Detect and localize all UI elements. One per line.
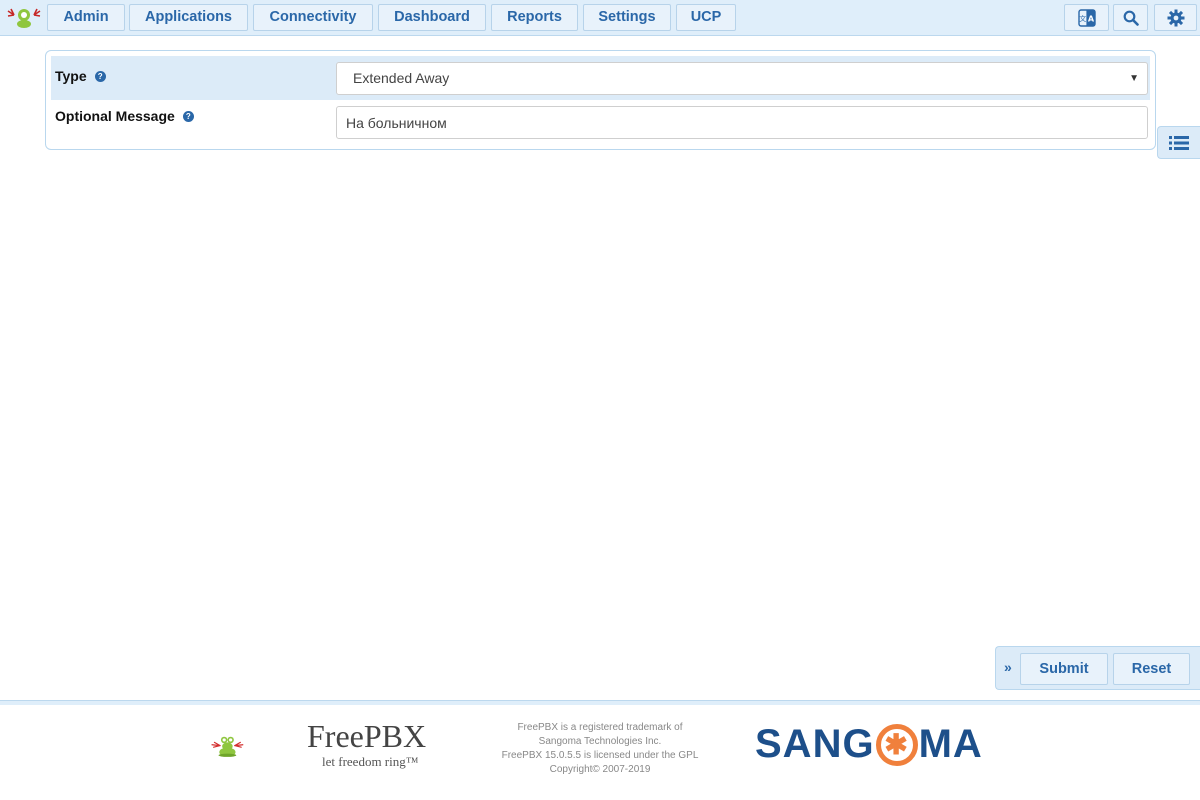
type-select-value: Extended Away (353, 70, 450, 86)
nav-applications[interactable]: Applications (129, 4, 248, 31)
footer-divider (0, 700, 1200, 705)
top-nav-bar: Admin Applications Connectivity Dashboar… (0, 0, 1200, 36)
nav-admin[interactable]: Admin (47, 4, 125, 31)
search-icon (1123, 10, 1139, 26)
submit-button[interactable]: Submit (1020, 653, 1108, 685)
translate-icon: 文 A (1077, 8, 1096, 27)
help-icon[interactable]: ? (182, 110, 194, 122)
search-button[interactable] (1113, 4, 1148, 31)
optional-message-input[interactable] (336, 106, 1148, 139)
svg-text:A: A (1087, 14, 1094, 23)
nav-ucp[interactable]: UCP (676, 4, 736, 31)
language-button[interactable]: 文 A (1064, 4, 1109, 31)
sangoma-logo[interactable]: SANG ✱ MA (755, 722, 983, 767)
freepbx-tagline: let freedom ring™ (322, 754, 419, 769)
nav-settings[interactable]: Settings (583, 4, 671, 31)
type-label: Type (55, 68, 87, 84)
double-chevron-right-icon[interactable]: » (1004, 659, 1012, 675)
caret-down-icon: ▼ (1129, 73, 1139, 84)
freepbx-brand[interactable]: FreePBX (307, 718, 426, 755)
action-bar: » Submit Reset (995, 646, 1200, 690)
message-row: Optional Message ? (51, 100, 1150, 144)
svg-text:文: 文 (1079, 14, 1086, 23)
form-panel: Type ? Extended Away ▼ Optional Message … (45, 50, 1156, 150)
freepbx-frog-logo-icon[interactable] (6, 6, 42, 30)
nav-reports[interactable]: Reports (491, 4, 578, 31)
optional-message-label: Optional Message (55, 108, 175, 124)
asterisk-icon: ✱ (875, 723, 918, 766)
type-select[interactable]: Extended Away ▼ (336, 62, 1148, 95)
settings-button[interactable] (1154, 4, 1197, 31)
freepbx-frog-icon (211, 736, 244, 757)
gear-icon (1167, 9, 1184, 26)
nav-connectivity[interactable]: Connectivity (253, 4, 373, 31)
reset-button[interactable]: Reset (1113, 653, 1190, 685)
copyright-text: FreePBX is a registered trademark of San… (501, 722, 699, 775)
sidebar-toggle-button[interactable] (1157, 126, 1200, 159)
help-icon[interactable]: ? (94, 70, 106, 82)
type-row: Type ? Extended Away ▼ (51, 56, 1150, 100)
nav-dashboard[interactable]: Dashboard (378, 4, 486, 31)
list-icon (1169, 135, 1189, 150)
